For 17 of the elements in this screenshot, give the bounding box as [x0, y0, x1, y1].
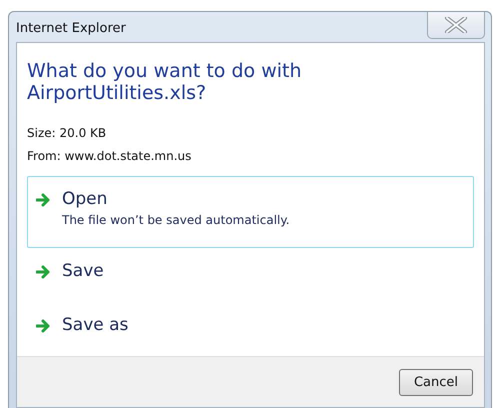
cancel-button[interactable]: Cancel [399, 368, 473, 396]
option-item[interactable]: Open The file won’t be saved automatically. [27, 176, 474, 248]
arrow-icon [36, 193, 52, 207]
file-detail: Size: 20.0 KB [27, 125, 108, 142]
close-button[interactable] [427, 12, 485, 39]
close-icon [444, 17, 468, 33]
option-item[interactable]: Save [27, 248, 474, 302]
option-item[interactable]: Save as [27, 302, 474, 356]
file-detail: From: www.dot.state.mn.us [27, 148, 192, 165]
arrow-icon [36, 265, 52, 279]
option-label: Save as [62, 315, 128, 335]
window-title: Internet Explorer [16, 20, 126, 36]
arrow-icon [36, 319, 52, 333]
option-description: The file won’t be saved automatically. [62, 213, 290, 227]
dialog-heading: What do you want to do with AirportUtilities.xls? [27, 60, 302, 104]
option-label: Save [62, 261, 104, 281]
option-label: Open [62, 189, 108, 209]
